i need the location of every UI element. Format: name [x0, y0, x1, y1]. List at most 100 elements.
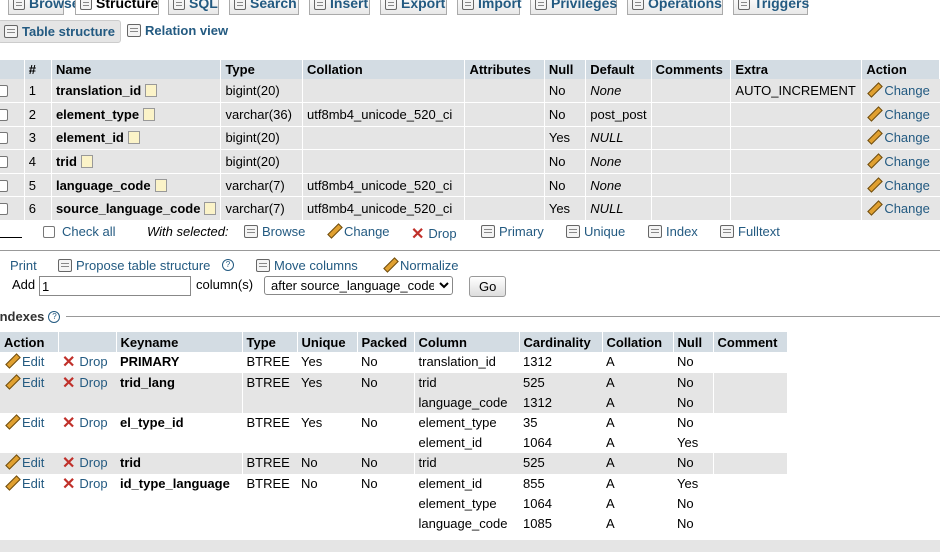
index-header-column: Column [414, 332, 520, 352]
pencil-icon [866, 178, 881, 192]
help-icon[interactable]: ? [48, 310, 61, 323]
column-extra: AUTO_INCREMENT [730, 79, 863, 104]
change-link[interactable]: Change [861, 126, 940, 151]
bulk-action-label: Browse [262, 224, 306, 239]
index-cardinality: 1064 [519, 433, 602, 453]
row-checkbox[interactable] [0, 156, 8, 169]
change-label: Change [884, 130, 930, 146]
bulk-action-label: Fulltext [738, 224, 780, 239]
move-columns-link[interactable]: Move columns [256, 258, 358, 273]
column-position-select[interactable]: after source_language_code [264, 276, 453, 295]
change-link[interactable]: Change [861, 149, 940, 174]
edit-index-link[interactable]: Edit [0, 352, 58, 373]
edit-index-link[interactable]: Edit [0, 474, 58, 534]
column-type: bigint(20) [220, 79, 304, 104]
propose-label: Propose table structure [76, 258, 211, 273]
edit-index-link[interactable]: Edit [0, 453, 58, 474]
drop-index-link[interactable]: ✕ Drop [58, 373, 116, 413]
index-column: element_type [414, 494, 519, 514]
column-default: post_post [585, 102, 652, 127]
table-row: 1 translation_id bigint(20) No None AUTO_INCR… [0, 79, 940, 104]
column-null: Yes [544, 196, 587, 222]
index-header-keyname: Keyname [116, 332, 243, 352]
pencil-icon [866, 107, 881, 121]
structure-icon [80, 0, 92, 10]
drop-index-link[interactable]: ✕ Drop [58, 453, 116, 474]
bulk-primary-button[interactable]: Primary [481, 224, 544, 239]
column-type: varchar(36) [220, 102, 304, 127]
change-link[interactable]: Change [861, 173, 940, 198]
bulk-drop-button[interactable]: ✕ Drop [411, 224, 457, 244]
subtab-table-structure[interactable]: Table structure [0, 20, 121, 43]
index-collation: A [602, 474, 673, 494]
header-action: Action [861, 60, 940, 79]
tab-structure[interactable]: Structure [75, 0, 159, 15]
bulk-fulltext-button[interactable]: Fulltext [720, 224, 780, 239]
column-name: trid [55, 154, 77, 170]
normalize-link[interactable]: Normalize [382, 258, 459, 273]
print-link[interactable]: Print [0, 258, 37, 273]
index-header-action: Action [0, 332, 59, 352]
print-label: Print [10, 258, 37, 273]
tab-insert[interactable]: Insert [309, 0, 370, 15]
table-row: 5 language_code varchar(7) utf8mb4_unicode_… [0, 173, 940, 198]
column-number: 4 [24, 149, 52, 174]
edit-index-link[interactable]: Edit [0, 413, 58, 453]
bulk-change-button[interactable]: Change [326, 224, 390, 239]
tab-privileges[interactable]: Privileges [530, 0, 617, 15]
bulk-browse-button[interactable]: Browse [244, 224, 305, 239]
column-type: varchar(7) [220, 173, 304, 198]
help-icon[interactable]: ? [222, 259, 234, 271]
index-column: trid [414, 373, 519, 393]
tab-triggers[interactable]: Triggers [733, 0, 809, 15]
fulltext-icon [720, 225, 734, 238]
index-packed: No [357, 352, 415, 373]
column-count-input[interactable] [39, 276, 191, 296]
tab-sql[interactable]: SQL [168, 0, 219, 15]
drop-index-link[interactable]: ✕ Drop [58, 352, 116, 373]
tab-export[interactable]: Export [380, 0, 447, 15]
check-all-checkbox[interactable] [43, 226, 55, 238]
row-checkbox[interactable] [0, 108, 8, 121]
add-label: Add [12, 277, 36, 292]
row-checkbox[interactable] [0, 132, 8, 145]
header-default: Default [585, 60, 652, 79]
tab-search[interactable]: Search [229, 0, 299, 15]
edit-index-link[interactable]: Edit [0, 373, 58, 413]
check-all-link[interactable]: Check all [62, 224, 115, 239]
change-link[interactable]: Change [861, 79, 940, 104]
index-collation: A [602, 494, 673, 514]
drop-index-link[interactable]: ✕ Drop [58, 413, 116, 453]
row-select-cell [0, 126, 25, 151]
index-cardinality: 855 [519, 474, 602, 494]
column-extra [730, 102, 863, 127]
privileges-icon [535, 0, 547, 10]
index-packed: No [357, 373, 415, 413]
bulk-action-label: Unique [584, 224, 626, 239]
go-button[interactable]: Go [469, 276, 507, 297]
row-checkbox[interactable] [0, 179, 8, 192]
row-checkbox[interactable] [0, 85, 8, 98]
bulk-index-button[interactable]: Index [648, 224, 698, 239]
index-cardinality: 35 [519, 413, 602, 433]
row-checkbox[interactable] [0, 203, 8, 216]
column-type: bigint(20) [220, 149, 304, 174]
drop-label: Drop [79, 476, 108, 491]
indexes-header: Indexes ? [0, 309, 940, 324]
bulk-actions-bar: Check all With selected: Browse Change ✕ Dr… [0, 222, 940, 244]
header-null: Null [544, 60, 587, 79]
drop-index-link[interactable]: ✕ Drop [58, 474, 116, 534]
index-null: No [673, 373, 714, 393]
tab-import[interactable]: Import [457, 0, 522, 15]
pencil-icon [866, 130, 881, 144]
tab-operations[interactable]: Operations [627, 0, 723, 15]
change-link[interactable]: Change [861, 196, 940, 222]
index-unique: No [297, 453, 357, 474]
column-comments [651, 126, 732, 151]
tab-browse[interactable]: Browse [8, 0, 80, 15]
change-link[interactable]: Change [861, 102, 940, 127]
subtab-relation-view[interactable]: Relation view [122, 20, 233, 43]
column-comments [651, 102, 732, 127]
propose-structure-link[interactable]: Propose table structure [58, 258, 210, 273]
bulk-unique-button[interactable]: Unique [566, 224, 625, 239]
